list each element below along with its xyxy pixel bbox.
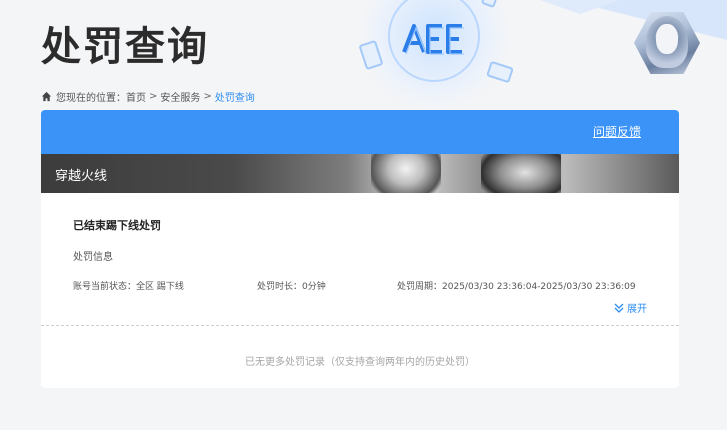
account-status-value: 全区 踢下线 [136,282,184,292]
penalty-info-label: 处罚信息 [73,252,113,263]
game-banner: 穿越火线 [41,154,679,193]
page-title: 处罚查询 [41,24,209,70]
penalty-duration-key: 处罚时长： [257,282,303,292]
breadcrumb-prefix: 您现在的位置： [56,92,126,104]
banner-character-male [481,154,561,193]
account-status-field: 账号当前状态：全区 踢下线 [73,279,184,292]
penalty-duration-field: 处罚时长：0分钟 [257,279,326,292]
feedback-link[interactable]: 问题反馈 [593,123,641,140]
penalty-panel: 问题反馈 穿越火线 已结束踢下线处罚 处罚信息 账号当前状态：全区 踢下线 处罚… [41,110,679,388]
penalty-period-field: 处罚周期：2025/03/30 23:36:04-2025/03/30 23:3… [397,279,636,292]
record-title: 已结束踢下线处罚 [73,219,161,232]
breadcrumb-current: 处罚查询 [214,92,255,104]
game-name: 穿越火线 [55,169,108,184]
breadcrumb-home-link[interactable]: 首页 [126,89,146,104]
breadcrumb-separator: > [203,90,212,102]
expand-button[interactable]: 展开 [614,300,647,315]
account-status-key: 账号当前状态： [73,282,137,292]
panel-header: 问题反馈 [41,110,679,154]
penalty-duration-value: 0分钟 [302,282,326,292]
penalty-record: 已结束踢下线处罚 处罚信息 账号当前状态：全区 踢下线 处罚时长：0分钟 处罚周… [41,193,679,326]
breadcrumb-security-link[interactable]: 安全服务 [160,89,200,104]
aee-logo [400,14,466,62]
double-chevron-down-icon [614,303,624,313]
top-triangle-decoration [540,0,620,14]
breadcrumb-separator: > [149,90,158,102]
avatar-face [656,24,678,54]
aee-logo-icon [402,24,464,55]
penalty-period-key: 处罚周期： [397,282,443,292]
penalty-period-value: 2025/03/30 23:36:04-2025/03/30 23:36:09 [442,282,636,292]
expand-label: 展开 [627,304,647,315]
home-icon [41,91,52,101]
no-more-records-note: 已无更多处罚记录（仅支持查询两年内的历史处罚） [245,357,475,368]
banner-character-female [371,154,441,193]
breadcrumb: 您现在的位置： 首页 > 安全服务 > 处罚查询 [41,89,255,104]
